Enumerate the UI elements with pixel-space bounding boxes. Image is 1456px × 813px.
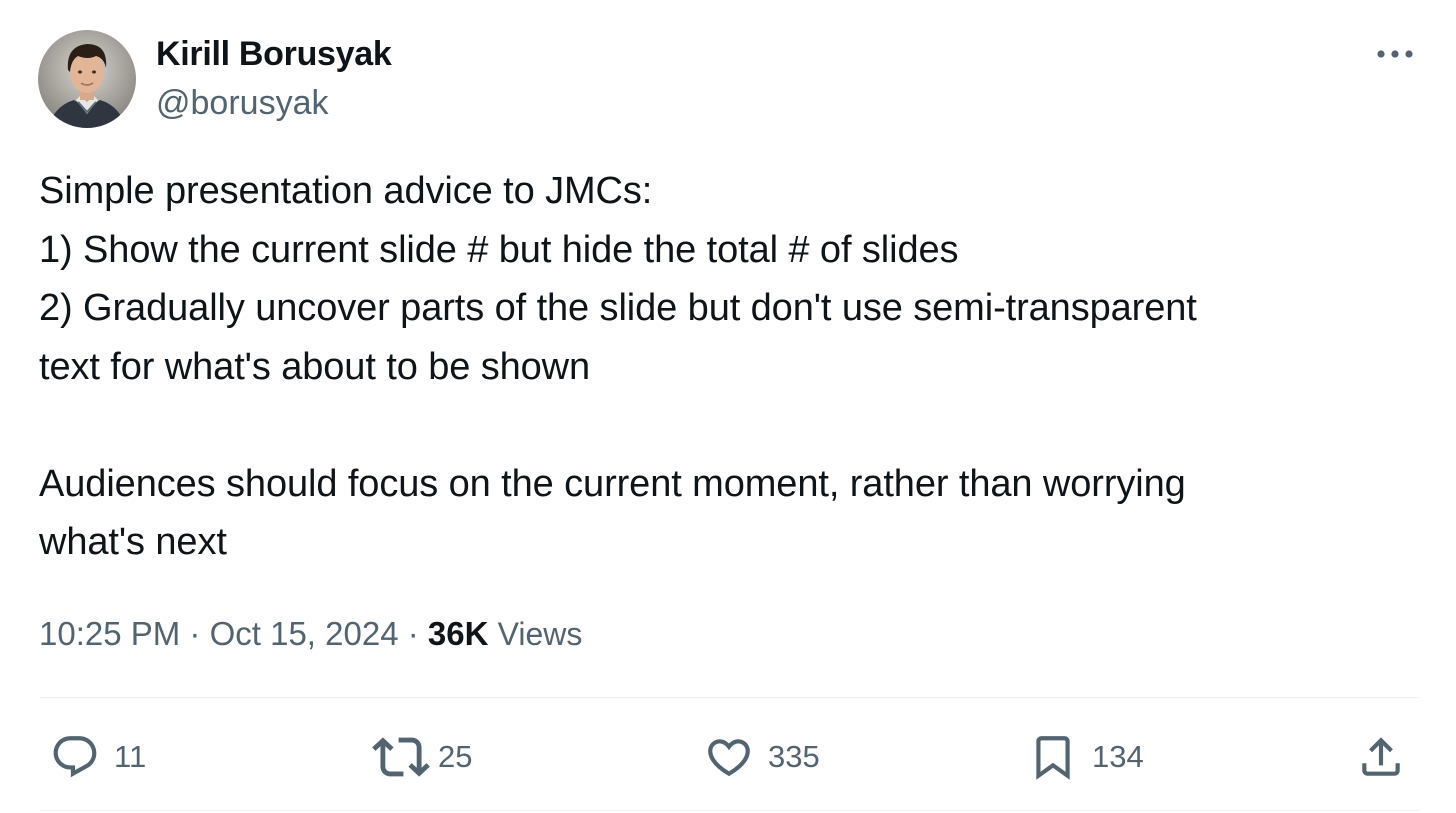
avatar-image	[38, 30, 136, 128]
tweet-text-line: 2) Gradually uncover parts of the slide …	[39, 287, 1197, 329]
divider	[39, 810, 1419, 811]
tweet-date[interactable]: Oct 15, 2024	[210, 615, 399, 652]
tweet-text-line: 1) Show the current slide # but hide the…	[39, 228, 959, 271]
bookmark-button[interactable]: 134	[1028, 730, 1144, 784]
tweet-text: Simple presentation advice to JMCs: 1) S…	[39, 162, 1419, 572]
more-icon	[1377, 50, 1413, 58]
reply-count: 11	[114, 739, 147, 774]
share-button[interactable]	[1356, 730, 1406, 784]
share-icon	[1362, 737, 1400, 776]
like-count: 335	[768, 739, 820, 774]
retweet-count: 25	[438, 739, 473, 774]
heart-icon	[708, 739, 750, 777]
tweet-time[interactable]: 10:25 PM	[39, 615, 180, 652]
tweet-meta: 10:25 PM · Oct 15, 2024 · 36K Views	[39, 610, 582, 658]
author-name[interactable]: Kirill Borusyak	[156, 33, 392, 75]
tweet-text-line: what's next	[39, 521, 227, 563]
author-handle[interactable]: @borusyak	[156, 82, 328, 124]
divider	[39, 697, 1419, 698]
bookmark-icon	[1036, 736, 1070, 780]
reply-button[interactable]: 11	[50, 730, 146, 784]
meta-separator: ·	[189, 615, 201, 652]
retweet-icon	[372, 737, 430, 777]
tweet-text-line: Simple presentation advice to JMCs:	[39, 170, 653, 212]
views-label: Views	[497, 616, 583, 652]
tweet-text-line: text for what's about to be shown	[39, 345, 591, 388]
reply-icon	[53, 736, 97, 778]
retweet-button[interactable]: 25	[372, 730, 472, 784]
like-button[interactable]: 335	[704, 730, 820, 784]
more-options-button[interactable]	[1368, 34, 1422, 74]
meta-separator: ·	[407, 615, 419, 652]
views-count[interactable]: 36K	[428, 615, 489, 652]
tweet-card: Kirill Borusyak @borusyak Simple present…	[0, 0, 1456, 813]
bookmark-count: 134	[1092, 739, 1144, 774]
tweet-text-line: Audiences should focus on the current mo…	[39, 462, 1186, 505]
avatar[interactable]	[38, 30, 136, 128]
